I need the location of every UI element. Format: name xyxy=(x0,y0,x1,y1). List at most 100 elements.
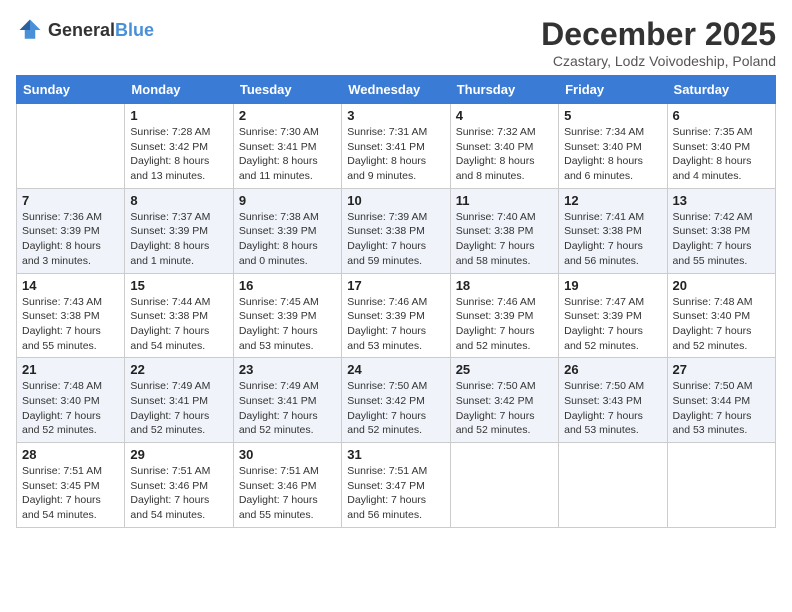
day-number: 15 xyxy=(130,278,227,293)
day-detail: Sunrise: 7:51 AM Sunset: 3:46 PM Dayligh… xyxy=(130,464,227,523)
weekday-header-sunday: Sunday xyxy=(17,76,125,104)
day-number: 30 xyxy=(239,447,336,462)
calendar-cell: 9Sunrise: 7:38 AM Sunset: 3:39 PM Daylig… xyxy=(233,188,341,273)
calendar-week-row: 7 Sunrise: 7:36 AM Sunset: 3:39 PM Daylig… xyxy=(17,188,776,273)
day-number: 10 xyxy=(347,193,444,208)
calendar-cell: 18 Sunrise: 7:46 AM Sunset: 3:39 PM Dayli… xyxy=(450,273,558,358)
day-number: 14 xyxy=(22,278,119,293)
day-number: 29 xyxy=(130,447,227,462)
calendar-cell: 31Sunrise: 7:51 AM Sunset: 3:47 PM Dayli… xyxy=(342,443,450,528)
day-number: 11 xyxy=(456,193,553,208)
day-number: 7 xyxy=(22,193,119,208)
day-number: 13 xyxy=(673,193,770,208)
calendar-cell: 1 Sunrise: 7:28 AM Sunset: 3:42 PM Daylig… xyxy=(125,104,233,189)
day-number: 26 xyxy=(564,362,661,377)
day-number: 19 xyxy=(564,278,661,293)
calendar-cell: 3 Sunrise: 7:31 AM Sunset: 3:41 PM Daylig… xyxy=(342,104,450,189)
calendar-week-row: 1 Sunrise: 7:28 AM Sunset: 3:42 PM Daylig… xyxy=(17,104,776,189)
weekday-header-monday: Monday xyxy=(125,76,233,104)
weekday-header-tuesday: Tuesday xyxy=(233,76,341,104)
day-detail: Sunrise: 7:31 AM Sunset: 3:41 PM Dayligh… xyxy=(347,125,444,184)
calendar-cell: 16Sunrise: 7:45 AM Sunset: 3:39 PM Dayli… xyxy=(233,273,341,358)
day-number: 2 xyxy=(239,108,336,123)
logo-blue-text: Blue xyxy=(115,20,154,40)
day-number: 24 xyxy=(347,362,444,377)
day-number: 16 xyxy=(239,278,336,293)
day-number: 5 xyxy=(564,108,661,123)
calendar-cell: 14 Sunrise: 7:43 AM Sunset: 3:38 PM Dayli… xyxy=(17,273,125,358)
day-detail: Sunrise: 7:50 AM Sunset: 3:43 PM Dayligh… xyxy=(564,379,661,438)
day-detail: Sunrise: 7:28 AM Sunset: 3:42 PM Dayligh… xyxy=(130,125,227,184)
day-detail: Sunrise: 7:34 AM Sunset: 3:40 PM Dayligh… xyxy=(564,125,661,184)
calendar-cell: 19 Sunrise: 7:47 AM Sunset: 3:39 PM Dayli… xyxy=(559,273,667,358)
calendar-cell: 23Sunrise: 7:49 AM Sunset: 3:41 PM Dayli… xyxy=(233,358,341,443)
calendar-subtitle: Czastary, Lodz Voivodeship, Poland xyxy=(541,53,776,69)
calendar-cell xyxy=(559,443,667,528)
day-detail: Sunrise: 7:50 AM Sunset: 3:44 PM Dayligh… xyxy=(673,379,770,438)
calendar-cell: 26 Sunrise: 7:50 AM Sunset: 3:43 PM Dayli… xyxy=(559,358,667,443)
day-detail: Sunrise: 7:41 AM Sunset: 3:38 PM Dayligh… xyxy=(564,210,661,269)
calendar-cell: 11 Sunrise: 7:40 AM Sunset: 3:38 PM Dayli… xyxy=(450,188,558,273)
day-detail: Sunrise: 7:30 AM Sunset: 3:41 PM Dayligh… xyxy=(239,125,336,184)
day-number: 3 xyxy=(347,108,444,123)
logo: GeneralBlue xyxy=(16,16,154,44)
day-number: 25 xyxy=(456,362,553,377)
calendar-cell: 20Sunrise: 7:48 AM Sunset: 3:40 PM Dayli… xyxy=(667,273,775,358)
day-detail: Sunrise: 7:39 AM Sunset: 3:38 PM Dayligh… xyxy=(347,210,444,269)
calendar-cell: 27Sunrise: 7:50 AM Sunset: 3:44 PM Dayli… xyxy=(667,358,775,443)
calendar-cell: 15 Sunrise: 7:44 AM Sunset: 3:38 PM Dayli… xyxy=(125,273,233,358)
weekday-header-thursday: Thursday xyxy=(450,76,558,104)
calendar-table: SundayMondayTuesdayWednesdayThursdayFrid… xyxy=(16,75,776,528)
day-detail: Sunrise: 7:51 AM Sunset: 3:45 PM Dayligh… xyxy=(22,464,119,523)
calendar-cell: 22 Sunrise: 7:49 AM Sunset: 3:41 PM Dayli… xyxy=(125,358,233,443)
day-detail: Sunrise: 7:50 AM Sunset: 3:42 PM Dayligh… xyxy=(347,379,444,438)
calendar-cell: 21 Sunrise: 7:48 AM Sunset: 3:40 PM Dayli… xyxy=(17,358,125,443)
day-number: 17 xyxy=(347,278,444,293)
day-detail: Sunrise: 7:43 AM Sunset: 3:38 PM Dayligh… xyxy=(22,295,119,354)
weekday-header-saturday: Saturday xyxy=(667,76,775,104)
calendar-cell xyxy=(667,443,775,528)
day-detail: Sunrise: 7:40 AM Sunset: 3:38 PM Dayligh… xyxy=(456,210,553,269)
calendar-week-row: 14 Sunrise: 7:43 AM Sunset: 3:38 PM Dayli… xyxy=(17,273,776,358)
calendar-title: December 2025 xyxy=(541,16,776,53)
calendar-week-row: 21 Sunrise: 7:48 AM Sunset: 3:40 PM Dayli… xyxy=(17,358,776,443)
calendar-cell: 24 Sunrise: 7:50 AM Sunset: 3:42 PM Dayli… xyxy=(342,358,450,443)
calendar-cell: 29 Sunrise: 7:51 AM Sunset: 3:46 PM Dayli… xyxy=(125,443,233,528)
day-number: 1 xyxy=(130,108,227,123)
weekday-header-friday: Friday xyxy=(559,76,667,104)
logo-general-text: General xyxy=(48,20,115,40)
weekday-header-row: SundayMondayTuesdayWednesdayThursdayFrid… xyxy=(17,76,776,104)
day-number: 22 xyxy=(130,362,227,377)
day-detail: Sunrise: 7:44 AM Sunset: 3:38 PM Dayligh… xyxy=(130,295,227,354)
day-number: 31 xyxy=(347,447,444,462)
day-number: 23 xyxy=(239,362,336,377)
calendar-cell: 13Sunrise: 7:42 AM Sunset: 3:38 PM Dayli… xyxy=(667,188,775,273)
logo-icon xyxy=(16,16,44,44)
calendar-cell: 5 Sunrise: 7:34 AM Sunset: 3:40 PM Daylig… xyxy=(559,104,667,189)
calendar-cell: 7 Sunrise: 7:36 AM Sunset: 3:39 PM Daylig… xyxy=(17,188,125,273)
day-number: 21 xyxy=(22,362,119,377)
calendar-week-row: 28 Sunrise: 7:51 AM Sunset: 3:45 PM Dayli… xyxy=(17,443,776,528)
day-number: 8 xyxy=(130,193,227,208)
day-number: 28 xyxy=(22,447,119,462)
day-detail: Sunrise: 7:48 AM Sunset: 3:40 PM Dayligh… xyxy=(22,379,119,438)
calendar-cell: 8Sunrise: 7:37 AM Sunset: 3:39 PM Daylig… xyxy=(125,188,233,273)
calendar-cell: 4 Sunrise: 7:32 AM Sunset: 3:40 PM Daylig… xyxy=(450,104,558,189)
day-number: 12 xyxy=(564,193,661,208)
day-detail: Sunrise: 7:35 AM Sunset: 3:40 PM Dayligh… xyxy=(673,125,770,184)
calendar-cell: 2 Sunrise: 7:30 AM Sunset: 3:41 PM Daylig… xyxy=(233,104,341,189)
day-detail: Sunrise: 7:47 AM Sunset: 3:39 PM Dayligh… xyxy=(564,295,661,354)
calendar-cell: 12 Sunrise: 7:41 AM Sunset: 3:38 PM Dayli… xyxy=(559,188,667,273)
day-detail: Sunrise: 7:32 AM Sunset: 3:40 PM Dayligh… xyxy=(456,125,553,184)
day-detail: Sunrise: 7:48 AM Sunset: 3:40 PM Dayligh… xyxy=(673,295,770,354)
day-number: 4 xyxy=(456,108,553,123)
day-detail: Sunrise: 7:46 AM Sunset: 3:39 PM Dayligh… xyxy=(456,295,553,354)
day-detail: Sunrise: 7:51 AM Sunset: 3:46 PM Dayligh… xyxy=(239,464,336,523)
calendar-cell: 25Sunrise: 7:50 AM Sunset: 3:42 PM Dayli… xyxy=(450,358,558,443)
calendar-header: SundayMondayTuesdayWednesdayThursdayFrid… xyxy=(17,76,776,104)
day-detail: Sunrise: 7:36 AM Sunset: 3:39 PM Dayligh… xyxy=(22,210,119,269)
calendar-cell: 6Sunrise: 7:35 AM Sunset: 3:40 PM Daylig… xyxy=(667,104,775,189)
day-number: 18 xyxy=(456,278,553,293)
calendar-cell: 30 Sunrise: 7:51 AM Sunset: 3:46 PM Dayli… xyxy=(233,443,341,528)
day-detail: Sunrise: 7:49 AM Sunset: 3:41 PM Dayligh… xyxy=(130,379,227,438)
